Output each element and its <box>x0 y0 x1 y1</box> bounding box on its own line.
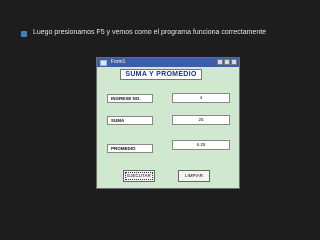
ingrese-label: INGRESE NO. <box>107 94 153 103</box>
maximize-icon[interactable] <box>224 59 230 65</box>
slide: Luego presionamos F5 y vemos como el pro… <box>0 0 320 240</box>
minimize-icon[interactable] <box>217 59 223 65</box>
form-icon <box>100 59 107 66</box>
app-window: Form1 SUMA Y PROMEDIO INGRESE NO. 4 SUMA… <box>96 57 240 189</box>
form-client-area: SUMA Y PROMEDIO INGRESE NO. 4 SUMA 25 PR… <box>97 67 239 188</box>
ejecutar-button[interactable]: EJECUTAR <box>123 170 155 182</box>
limpiar-button[interactable]: LIMPIAR <box>178 170 210 182</box>
ingrese-input[interactable]: 4 <box>172 93 230 103</box>
window-title: Form1 <box>111 58 126 65</box>
form-heading: SUMA Y PROMEDIO <box>120 69 202 80</box>
promedio-output: 6.25 <box>172 140 230 150</box>
window-controls <box>217 59 237 65</box>
bullet-icon <box>21 31 27 37</box>
suma-label: SUMA <box>107 116 153 125</box>
promedio-label: PROMEDIO <box>107 144 153 153</box>
suma-output: 25 <box>172 115 230 125</box>
title-bar[interactable]: Form1 <box>97 58 239 67</box>
close-icon[interactable] <box>231 59 237 65</box>
slide-caption: Luego presionamos F5 y vemos como el pro… <box>33 29 267 36</box>
